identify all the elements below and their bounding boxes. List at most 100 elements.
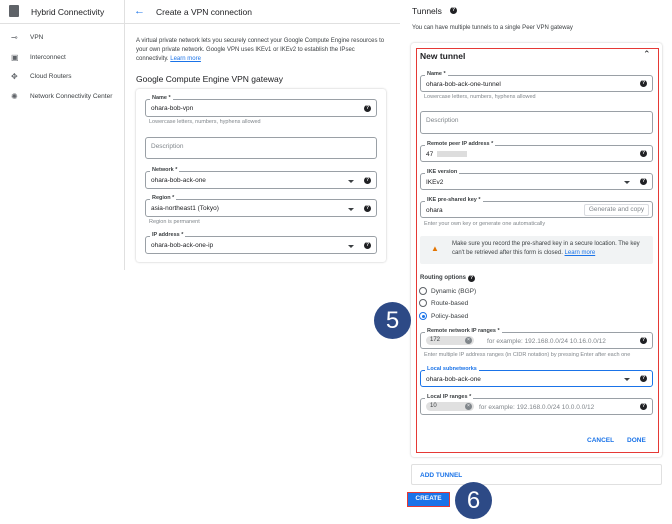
vpn-icon: ⊸ [11, 33, 18, 42]
help-icon[interactable]: ? [364, 105, 371, 112]
pre-shared-key-field[interactable]: IKE pre-shared key * ohara Generate and co… [420, 197, 653, 218]
help-icon[interactable]: ? [640, 80, 647, 87]
help-icon[interactable]: ? [640, 150, 647, 157]
region-select[interactable]: Region * asia-northeast1 (Tokyo)? [145, 195, 377, 217]
radio-label: Policy-based [431, 313, 469, 320]
field-label: Local IP ranges * [425, 394, 474, 400]
field-hint: Region is permanent [149, 219, 200, 225]
field-placeholder: for example: 192.168.0.0/24 10.0.0.0/12 [479, 404, 595, 411]
remove-chip-icon[interactable]: × [465, 403, 472, 410]
tunnel-name-field[interactable]: Name * ohara-bob-ack-one-tunnel? [420, 71, 653, 92]
field-value: ohara-bob-ack-one-ip [151, 242, 214, 249]
field-hint: Lowercase letters, numbers, hyphens allo… [424, 94, 536, 100]
field-value: 47 [426, 151, 434, 158]
gateway-name-field[interactable]: Name * ohara-bob-vpn? [145, 95, 377, 117]
add-tunnel-button[interactable]: ADD TUNNEL [411, 464, 662, 485]
help-icon[interactable]: ? [364, 177, 371, 184]
radio-policy-based[interactable] [419, 312, 427, 320]
help-icon[interactable]: ? [364, 242, 371, 249]
field-label: Region * [150, 195, 177, 201]
ip-range-chip: 172 × [426, 336, 474, 345]
interconnect-icon: ▣ [11, 53, 19, 62]
field-value: ohara-bob-ack-one [426, 376, 481, 383]
radio-route-based[interactable] [419, 299, 427, 307]
field-label: Name * [150, 95, 173, 101]
sidebar-item-label: Cloud Routers [30, 73, 72, 80]
field-label: IKE pre-shared key * [425, 197, 483, 203]
tunnels-heading: Tunnels [412, 6, 442, 16]
redacted-value [437, 151, 467, 157]
radio-label: Dynamic (BGP) [431, 288, 477, 295]
field-label: Name * [425, 71, 448, 77]
hub-icon: ✺ [11, 92, 18, 101]
help-icon[interactable]: ? [468, 275, 475, 282]
ip-address-select[interactable]: IP address * ohara-bob-ack-one-ip? [145, 232, 377, 254]
collapse-chevron-icon[interactable]: ⌃ [643, 49, 651, 60]
learn-more-link[interactable]: Learn more [565, 250, 596, 256]
page-title: Create a VPN connection [156, 7, 252, 17]
ip-range-chip: 10 × [426, 402, 474, 411]
create-button[interactable]: CREATE [407, 492, 450, 507]
local-ip-ranges-field[interactable]: Local IP ranges * 10 × for example: 192.168… [420, 394, 653, 415]
help-icon[interactable]: ? [640, 403, 647, 410]
help-icon[interactable]: ? [364, 205, 371, 212]
ike-version-select[interactable]: IKE version IKEv2? [420, 169, 653, 190]
back-arrow-icon[interactable]: ← [134, 5, 145, 17]
sidebar-item-label: Interconnect [30, 54, 66, 61]
warning-box: ▲ Make sure you record the pre-shared ke… [420, 236, 653, 264]
field-value: ohara [426, 207, 443, 214]
field-label: Local subnetworks [425, 366, 479, 372]
field-hint: Lowercase letters, numbers, hyphens allo… [149, 119, 261, 125]
dropdown-icon [624, 181, 630, 184]
field-label: Remote network IP ranges * [425, 328, 502, 334]
radio-label: Route-based [431, 300, 469, 307]
gateway-description-field[interactable]: Description [145, 137, 377, 159]
routing-options-label: Routing options [420, 275, 466, 281]
radio-dynamic-bgp[interactable] [419, 287, 427, 295]
learn-more-link[interactable]: Learn more [170, 56, 201, 62]
sidebar-divider [124, 0, 125, 270]
field-label: Network * [150, 167, 180, 173]
help-icon[interactable]: ? [640, 375, 647, 382]
help-icon[interactable]: ? [450, 7, 457, 14]
local-subnetworks-select[interactable]: Local subnetworks ohara-bob-ack-one? [420, 366, 653, 387]
field-label: IKE version [425, 169, 460, 175]
field-value: ohara-bob-vpn [151, 105, 194, 112]
field-placeholder: Description [151, 143, 184, 150]
sidebar-item-label: Network Connectivity Center [30, 93, 113, 100]
field-label: Remote peer IP address * [425, 141, 496, 147]
remote-peer-ip-field[interactable]: Remote peer IP address * 47? [420, 141, 653, 162]
help-icon[interactable]: ? [640, 337, 647, 344]
new-tunnel-title: New tunnel [420, 51, 466, 61]
field-value: asia-northeast1 (Tokyo) [151, 205, 219, 212]
intro-text: A virtual private network lets you secur… [136, 38, 385, 62]
tunnels-subtext: You can have multiple tunnels to a singl… [412, 25, 573, 31]
step-5-marker: 5 [374, 302, 411, 339]
warning-text: Make sure you record the pre-shared key … [452, 241, 640, 256]
remove-chip-icon[interactable]: × [465, 337, 472, 344]
sidebar-item-label: VPN [30, 34, 44, 41]
field-placeholder: for example: 192.168.0.0/24 10.16.0.0/12 [487, 338, 606, 345]
field-label: IP address * [150, 232, 186, 238]
dropdown-icon [348, 180, 354, 183]
network-select[interactable]: Network * ohara-bob-ack-one? [145, 167, 377, 189]
field-value: ohara-bob-ack-one [151, 177, 206, 184]
field-value: ohara-bob-ack-one-tunnel [426, 81, 501, 88]
done-button[interactable]: DONE [627, 437, 646, 444]
remote-ip-ranges-field[interactable]: Remote network IP ranges * 172 × for exampl… [420, 328, 653, 349]
dropdown-icon [348, 208, 354, 211]
header-divider [0, 23, 400, 24]
dropdown-icon [348, 245, 354, 248]
dropdown-icon [624, 378, 630, 381]
cancel-button[interactable]: CANCEL [587, 437, 614, 444]
field-placeholder: Description [426, 117, 459, 124]
tunnel-description-field[interactable]: Description [420, 111, 653, 134]
gateway-heading: Google Compute Engine VPN gateway [136, 74, 283, 84]
field-hint: Enter your own key or generate one autom… [424, 221, 546, 227]
sidebar-title: Hybrid Connectivity [31, 7, 105, 17]
step-6-marker: 6 [455, 482, 492, 519]
product-icon [9, 5, 19, 17]
generate-and-copy-button[interactable]: Generate and copy [584, 204, 649, 216]
add-tunnel-label: ADD TUNNEL [420, 472, 463, 479]
help-icon[interactable]: ? [640, 178, 647, 185]
